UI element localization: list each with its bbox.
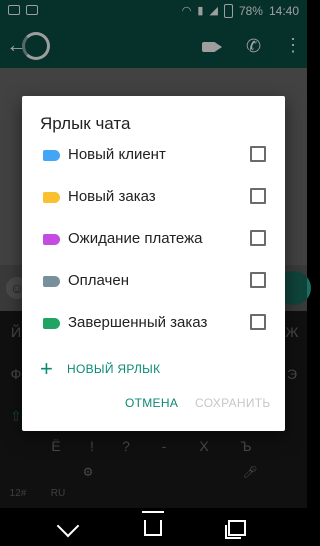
label-text: Новый клиент: [68, 146, 166, 163]
label-text: Оплачен: [68, 272, 129, 289]
nav-back-icon[interactable]: [56, 514, 80, 538]
label-tag-icon: [43, 150, 60, 161]
label-row-new-order[interactable]: Новый заказ: [22, 176, 285, 218]
label-checkbox[interactable]: [250, 146, 266, 162]
label-text: Завершенный заказ: [68, 314, 208, 331]
plus-icon: +: [40, 356, 53, 381]
label-tag-icon: [43, 318, 60, 329]
label-row-completed-order[interactable]: Завершенный заказ: [22, 302, 285, 344]
nav-recents-icon[interactable]: [225, 520, 246, 539]
label-checkbox[interactable]: [250, 230, 266, 246]
new-label-text: НОВЫЙ ЯРЛЫК: [67, 362, 161, 376]
new-label-button[interactable]: + НОВЫЙ ЯРЛЫК: [22, 352, 285, 388]
nav-home-icon[interactable]: [144, 520, 162, 536]
label-row-awaiting-payment[interactable]: Ожидание платежа: [22, 218, 285, 260]
save-button[interactable]: СОХРАНИТЬ: [195, 396, 271, 410]
label-row-new-client[interactable]: Новый клиент: [22, 134, 285, 176]
label-tag-icon: [43, 276, 60, 287]
dialog-title: Ярлык чата: [40, 114, 131, 133]
label-tag-icon: [43, 234, 60, 245]
label-text: Новый заказ: [68, 188, 156, 205]
chat-label-dialog: Ярлык чата Новый клиент Новый заказ Ожид…: [22, 96, 285, 431]
label-row-paid[interactable]: Оплачен: [22, 260, 285, 302]
label-checkbox[interactable]: [250, 314, 266, 330]
cancel-button[interactable]: ОТМЕНА: [125, 396, 178, 410]
label-checkbox[interactable]: [250, 272, 266, 288]
label-tag-icon: [43, 192, 60, 203]
label-text: Ожидание платежа: [68, 230, 203, 247]
label-checkbox[interactable]: [250, 188, 266, 204]
navigation-bar: [0, 508, 307, 546]
